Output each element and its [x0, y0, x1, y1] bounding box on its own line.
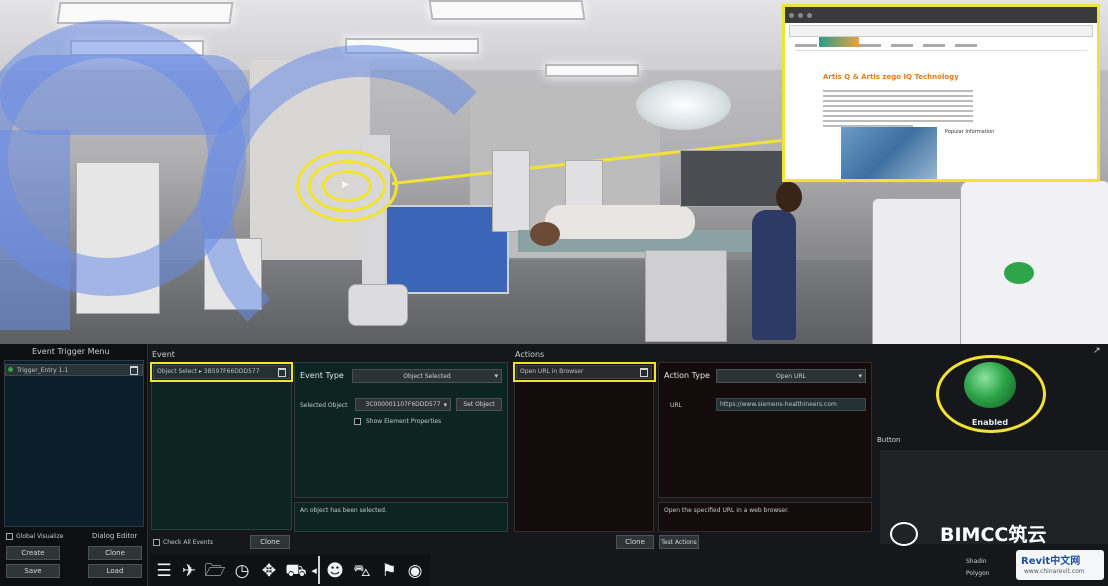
save-button[interactable]: Save [6, 564, 60, 578]
site-heading: Artis Q & Artis zego IQ Technology [823, 73, 959, 81]
unit-green-knob [1004, 262, 1034, 284]
car-icon[interactable]: ⛍ [350, 561, 374, 581]
action-type-value: Open URL [776, 372, 806, 380]
event-type-select[interactable]: Object Selected [352, 369, 502, 383]
selected-object-select[interactable]: 3C000001107F6DDD577 [355, 398, 451, 411]
toolbar-divider [318, 556, 320, 584]
ceiling-light [56, 2, 234, 24]
wechat-logo-icon [890, 522, 918, 546]
show-element-properties-checkbox[interactable] [354, 418, 361, 425]
operating-room-scene: ➤ Artis Q & Artis zego IQ Technology Pop… [0, 0, 1108, 345]
show-element-properties-label: Show Element Properties [366, 418, 442, 425]
trigger-list-item[interactable]: Trigger_Entry 1.1 [5, 364, 143, 376]
global-visualize-label: Global Visualize [16, 533, 64, 540]
clock-icon[interactable]: ◷ [230, 561, 254, 581]
nurse [752, 210, 796, 340]
site-photo [841, 127, 937, 179]
trigger-list[interactable] [4, 360, 144, 527]
vehicle-icon[interactable]: ⛟ [284, 561, 308, 581]
url-value: https://www.siemens-healthineers.com [720, 401, 837, 408]
action-description: Open the specified URL in a web browser. [664, 507, 789, 514]
event-trigger-menu-title: Event Trigger Menu [32, 347, 110, 356]
shelf [492, 150, 530, 232]
event-type-value: Object Selected [403, 372, 451, 380]
selected-object-label: Selected Object [300, 402, 348, 409]
enabled-status-label: Enabled [971, 418, 1009, 427]
browser-popup[interactable]: Artis Q & Artis zego IQ Technology Popul… [782, 4, 1100, 182]
robot-arm-unit [960, 180, 1108, 345]
clone-trigger-button[interactable]: Clone [88, 546, 142, 560]
expand-icon[interactable]: ↗ [1093, 346, 1101, 356]
eye-icon[interactable]: ◉ [403, 561, 427, 581]
ceiling-light [545, 64, 639, 77]
actions-list[interactable] [514, 362, 654, 532]
watermark-brand: BIMCC筑云 [940, 524, 1047, 546]
surgical-lamp [636, 80, 731, 130]
url-label: URL [670, 402, 682, 409]
equipment-cart [385, 205, 509, 294]
c-arm-base [0, 130, 70, 330]
site-text [823, 87, 973, 130]
event-type-label: Event Type [300, 371, 344, 380]
revit-logo-text: Revit中文网 [1021, 556, 1081, 567]
patient [545, 205, 695, 239]
shading-label: Shadin [966, 558, 987, 565]
event-list[interactable] [151, 362, 292, 530]
sign-icon[interactable]: ⚑ [377, 561, 401, 581]
dialog-editor-label[interactable]: Dialog Editor [92, 532, 137, 540]
test-actions-button[interactable]: Test Actions [659, 535, 699, 549]
trigger-item-label: Trigger_Entry 1.1 [17, 367, 69, 374]
url-input[interactable]: https://www.siemens-healthineers.com [716, 398, 866, 411]
nurse-head [776, 182, 802, 212]
person-icon[interactable]: ☻ [323, 561, 347, 581]
load-button[interactable]: Load [88, 564, 142, 578]
browser-titlebar [785, 7, 1097, 23]
check-all-events-label: Check All Events [163, 539, 214, 546]
move-icon[interactable]: ✥ [257, 561, 281, 581]
action-type-select[interactable]: Open URL [716, 369, 866, 383]
clone-event-button[interactable]: Clone [250, 535, 290, 549]
set-object-button[interactable]: Set Object [456, 398, 502, 411]
cart-base [348, 284, 408, 326]
c-arm-body [0, 55, 250, 135]
highlight-selected-action [513, 362, 656, 382]
polygon-label: Polygon [966, 570, 990, 577]
selected-object-value: 3C000001107F6DDD577 [365, 401, 441, 408]
revit-logo-url: www.chinarevit.com [1024, 568, 1085, 575]
cursor-icon: ➤ [340, 178, 350, 191]
button-section-label: Button [877, 436, 901, 444]
ceiling-light [428, 0, 586, 20]
event-description: An object has been selected. [300, 507, 387, 514]
clone-action-button[interactable]: Clone [616, 535, 654, 549]
site-logo [819, 37, 859, 47]
list-icon[interactable]: ☰ [153, 561, 175, 581]
actions-section-title: Actions [515, 350, 545, 359]
global-visualize-checkbox[interactable] [6, 533, 13, 540]
trash-icon[interactable] [130, 366, 138, 375]
check-all-events-checkbox[interactable] [153, 539, 160, 546]
create-button[interactable]: Create [6, 546, 60, 560]
browser-address-bar[interactable] [789, 25, 1093, 37]
patient-head [530, 222, 560, 246]
robot-arm-column [872, 198, 970, 345]
site-side-heading: Popular Information [945, 129, 995, 135]
trigger-status-icon [8, 367, 13, 372]
action-type-label: Action Type [664, 371, 710, 380]
plane-icon[interactable]: ✈ [178, 561, 200, 581]
folder-icon[interactable]: 🗁 [203, 561, 227, 581]
event-section-title: Event [152, 350, 175, 359]
highlight-selected-event [150, 362, 293, 382]
table-pedestal [645, 250, 727, 342]
